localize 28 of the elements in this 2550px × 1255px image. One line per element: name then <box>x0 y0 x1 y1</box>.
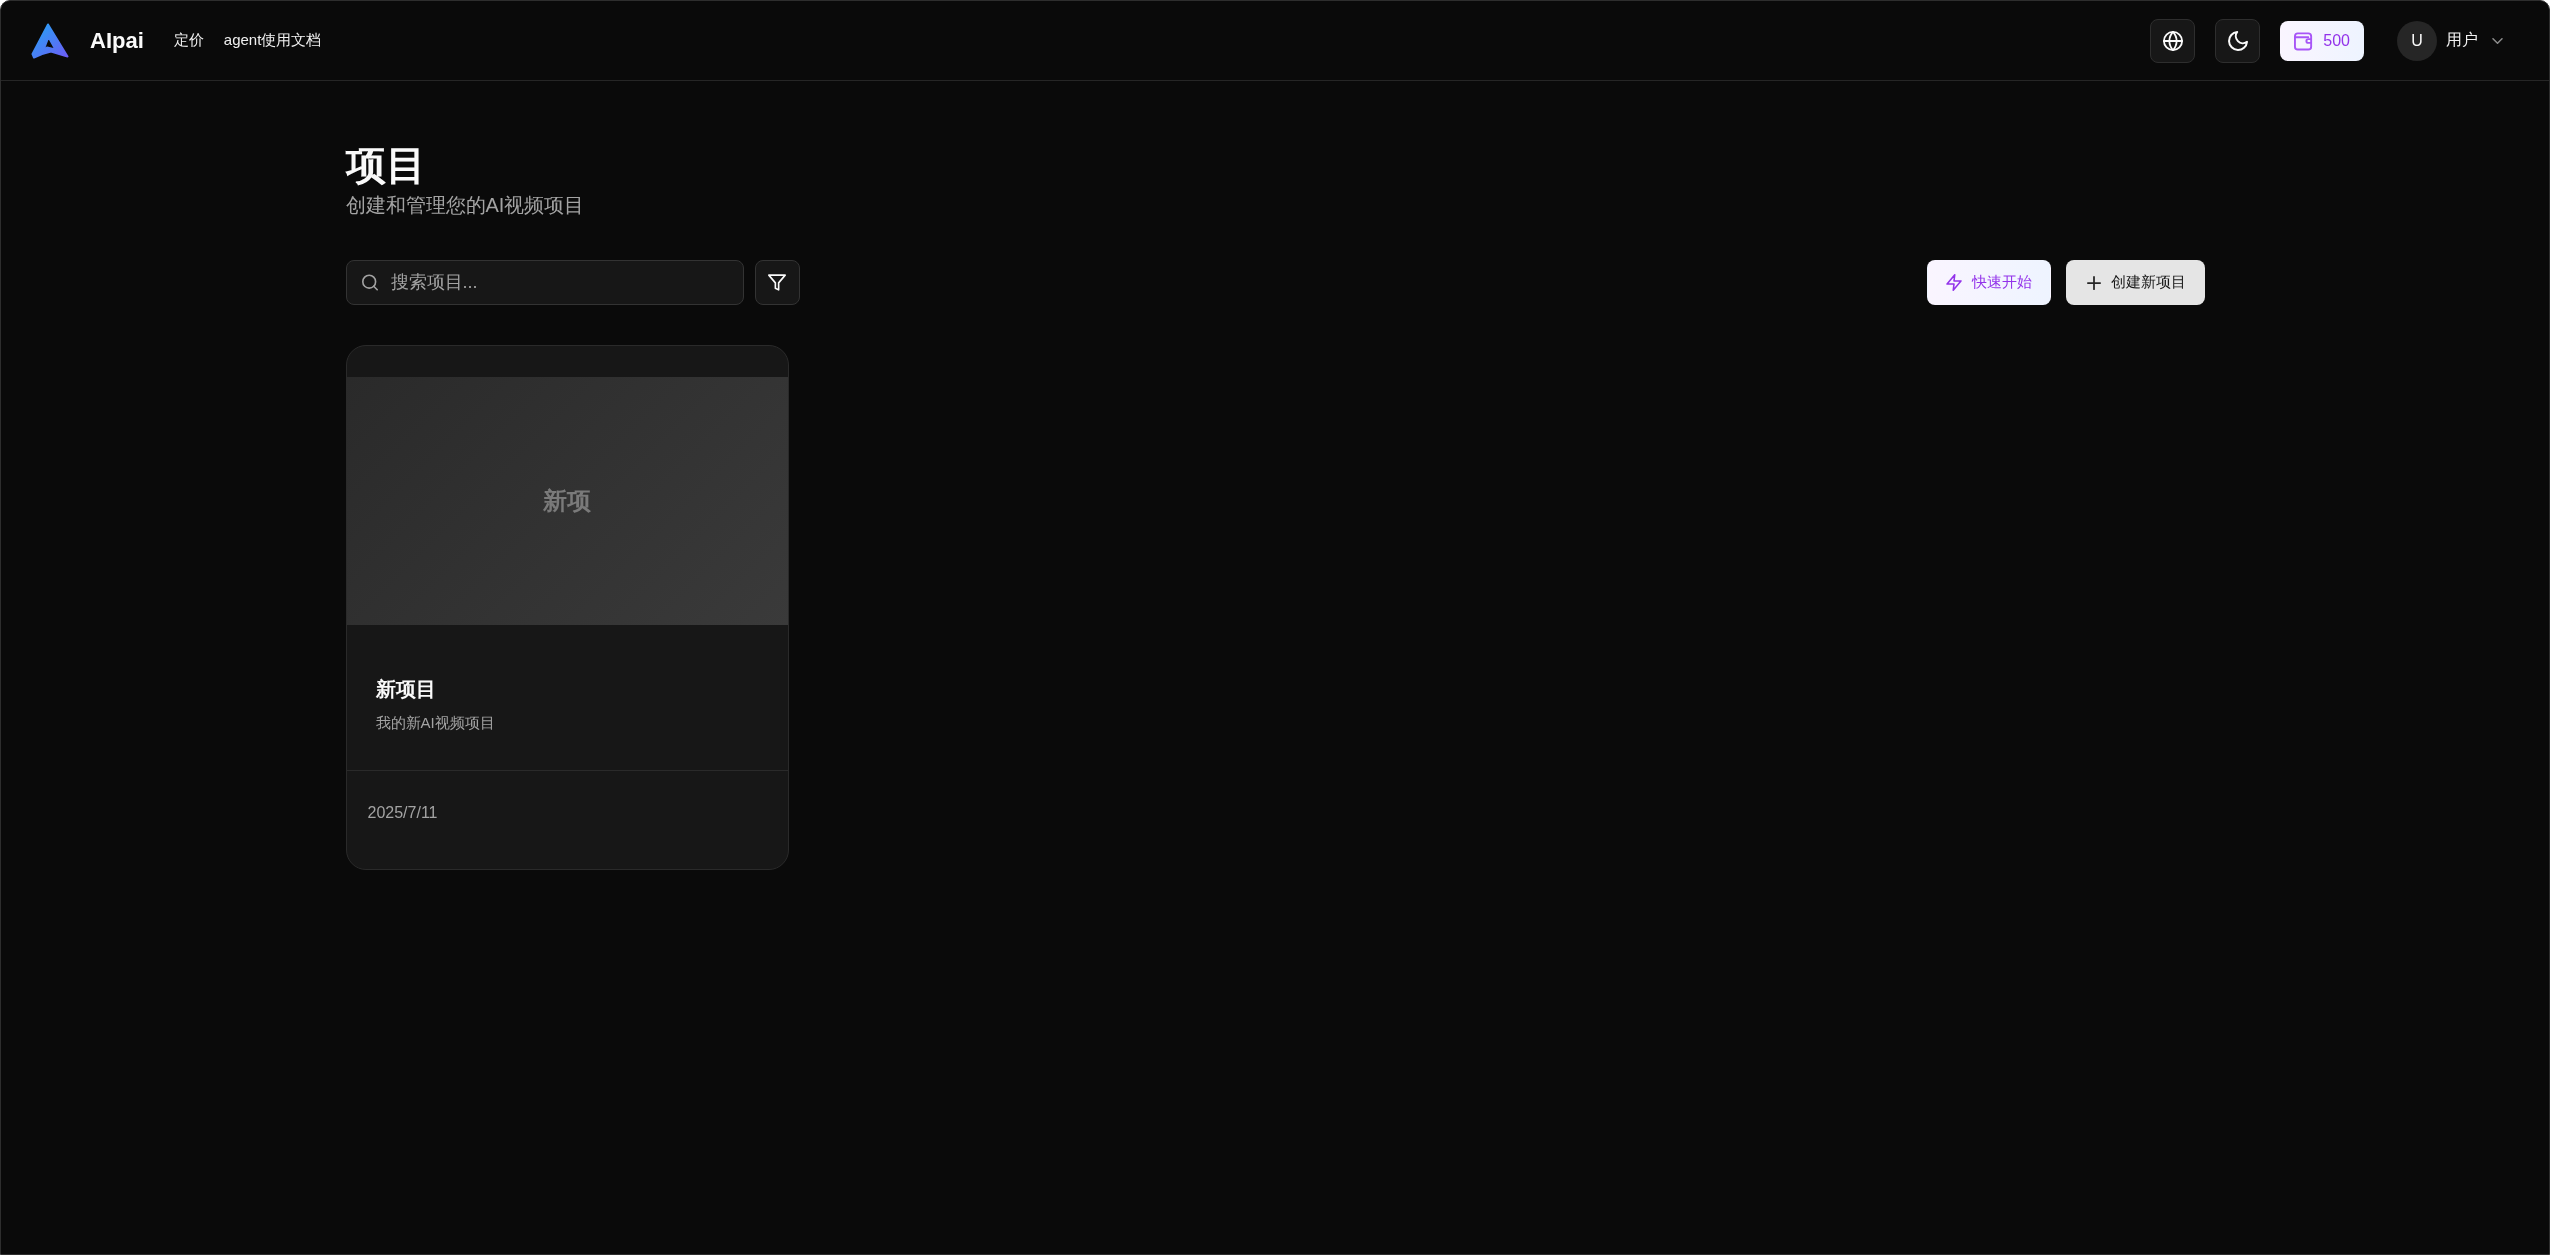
page-subtitle: 创建和管理您的AI视频项目 <box>345 193 585 218</box>
moon-icon <box>2227 30 2248 51</box>
search-icon <box>361 274 378 291</box>
project-date: 2025/7/11 <box>367 804 438 822</box>
user-avatar[interactable]: U <box>2397 20 2437 61</box>
user-menu[interactable]: 用户 <box>2437 30 2503 51</box>
wallet-icon <box>2294 30 2315 51</box>
chevron-down-icon <box>2492 37 2503 44</box>
project-description: 我的新AI视频项目 <box>375 714 495 733</box>
theme-toggle-button[interactable] <box>2215 18 2261 63</box>
brand-name[interactable]: AIpai <box>90 27 144 54</box>
thumbnail-text: 新项 <box>543 486 591 516</box>
nav-link[interactable]: agent使用文档 <box>223 31 322 50</box>
globe-icon <box>2162 30 2183 51</box>
search-field[interactable]: 搜索项目... <box>345 260 744 305</box>
nav-link[interactable]: 定价 <box>173 31 204 50</box>
lightning-icon <box>1945 274 1962 291</box>
credits-button[interactable]: 500 <box>2280 20 2364 61</box>
project-card[interactable]: 新项 新项目 我的新AI视频项目 2025/7/11 <box>345 345 789 870</box>
project-title: 新项目 <box>375 677 436 702</box>
plus-icon <box>2086 275 2101 290</box>
language-button[interactable] <box>2150 18 2196 63</box>
create-project-button[interactable]: 创建新项目 <box>2065 260 2205 305</box>
filter-icon <box>768 274 786 291</box>
logo-icon <box>31 22 69 59</box>
quick-start-button[interactable]: 快速开始 <box>1926 260 2051 305</box>
filter-button[interactable] <box>754 260 800 305</box>
page-title: 项目 <box>345 142 426 189</box>
